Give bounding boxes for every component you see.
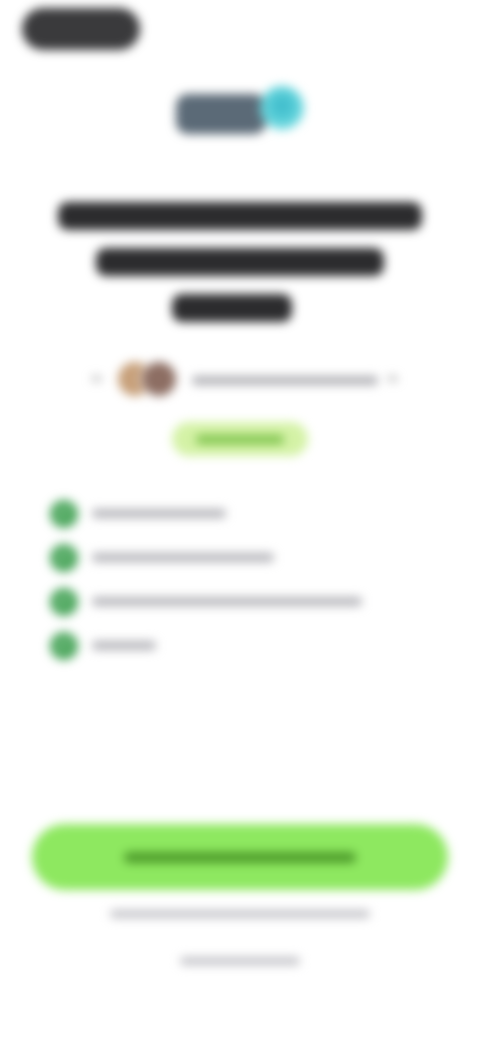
avatar-group (116, 360, 186, 400)
list-item: ✓ (48, 582, 408, 626)
feature-text-bar (92, 641, 156, 650)
list-item: ✓ (48, 538, 408, 582)
cta-text-bar (124, 852, 356, 863)
primary-cta-button[interactable] (32, 824, 448, 890)
secondary-link[interactable] (180, 952, 300, 970)
feature-label (92, 548, 412, 566)
headline-text-bars (58, 202, 422, 322)
paywall-screen: ❧ ❧ ✓ ✓ ✓ ✓ (0, 0, 480, 1040)
laurel-left-icon: ❧ (90, 371, 104, 388)
app-logo (176, 86, 306, 138)
avatar (140, 360, 178, 398)
check-icon: ✓ (50, 544, 78, 572)
rating-text-bar (192, 376, 378, 385)
feature-label (92, 592, 412, 610)
feature-text-bar (92, 597, 362, 606)
cta-footnote (110, 906, 370, 922)
logo-dot-icon (260, 86, 304, 130)
feature-list: ✓ ✓ ✓ ✓ (48, 494, 408, 670)
list-item: ✓ (48, 494, 408, 538)
feature-label (92, 504, 412, 522)
top-right-link[interactable] (358, 20, 446, 36)
footnote-text-bar (110, 910, 370, 918)
secondary-link-text-bar (180, 957, 300, 965)
check-icon: ✓ (50, 632, 78, 660)
badge-text-bar (196, 435, 284, 444)
rating-row: ❧ ❧ (90, 358, 400, 402)
laurel-right-icon: ❧ (386, 371, 400, 388)
rating-text (192, 372, 378, 388)
check-icon: ✓ (50, 500, 78, 528)
feature-text-bar (92, 553, 274, 562)
logo-wordmark-shape (176, 94, 266, 134)
list-item: ✓ (48, 626, 408, 670)
feature-label (92, 636, 412, 654)
check-icon: ✓ (50, 588, 78, 616)
status-badge (172, 422, 308, 456)
top-left-button[interactable] (22, 8, 140, 50)
feature-text-bar (92, 509, 226, 518)
